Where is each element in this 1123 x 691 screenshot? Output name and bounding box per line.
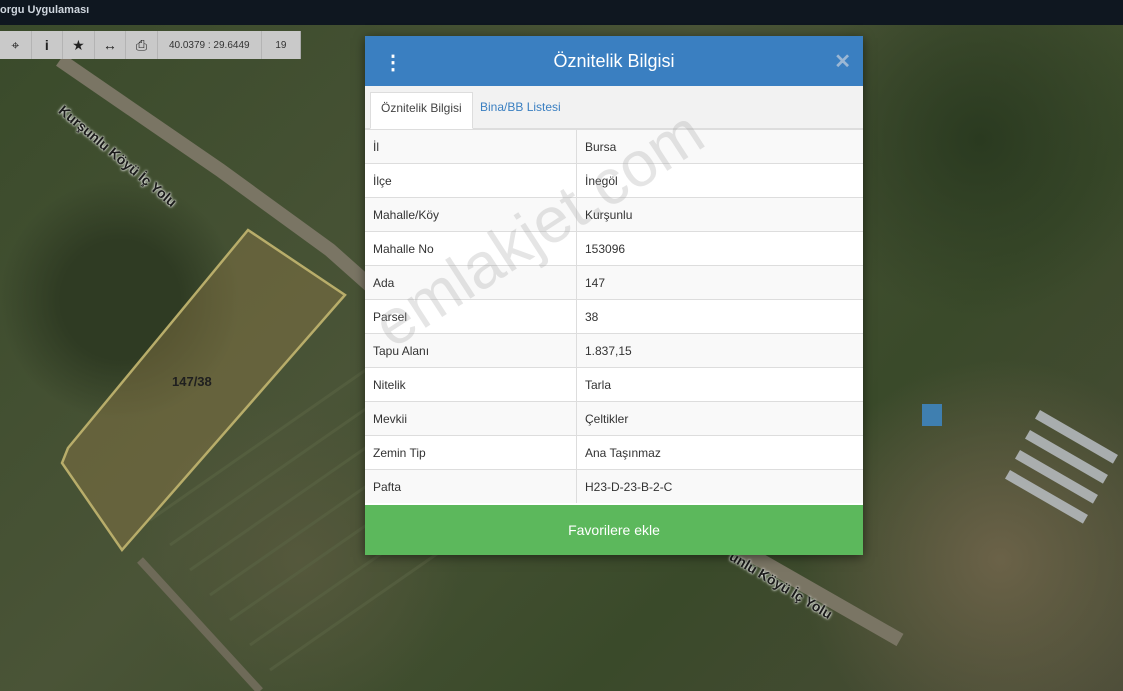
table-row: Zemin Tip Ana Taşınmaz: [365, 435, 863, 470]
row-value: Çeltikler: [576, 401, 863, 436]
row-value: Kurşunlu: [576, 197, 863, 232]
attribute-dialog: ⋮ Öznitelik Bilgisi ✕ Öznitelik Bilgisi …: [365, 36, 863, 555]
row-value: 38: [576, 299, 863, 334]
row-key: Mahalle/Köy: [365, 197, 577, 232]
table-row: Pafta H23-D-23-B-2-C: [365, 469, 863, 503]
table-row: Ada 147: [365, 265, 863, 300]
row-value: Ana Taşınmaz: [576, 435, 863, 470]
tab-building-list[interactable]: Bina/BB Listesi: [470, 92, 571, 127]
table-row: Mevkii Çeltikler: [365, 401, 863, 436]
table-row: İl Bursa: [365, 129, 863, 164]
row-value: 153096: [576, 231, 863, 266]
locate-crosshair-icon[interactable]: ⌖: [0, 31, 32, 59]
attribute-table: İl Bursa İlçe İnegöl Mahalle/Köy Kurşunlu M…: [365, 129, 863, 503]
row-key: Ada: [365, 265, 577, 300]
table-row: Mahalle No 153096: [365, 231, 863, 266]
zoom-level: 19: [275, 39, 287, 51]
close-icon[interactable]: ✕: [834, 49, 851, 74]
measure-arrows-icon[interactable]: ↔: [95, 31, 127, 59]
tab-attribute-info[interactable]: Öznitelik Bilgisi: [370, 92, 473, 129]
row-value: 1.837,15: [576, 333, 863, 368]
row-key: Mahalle No: [365, 231, 577, 266]
row-value: İnegöl: [576, 163, 863, 198]
top-bar: orgu Uygulaması: [0, 0, 1123, 25]
map-toolbar: ⌖ i ★ ↔ ⎙ 40.0379 : 29.6449 19: [0, 31, 301, 59]
row-value: 147: [576, 265, 863, 300]
dialog-header: ⋮ Öznitelik Bilgisi ✕: [365, 36, 863, 86]
table-row: İlçe İnegöl: [365, 163, 863, 198]
row-value: Tarla: [576, 367, 863, 402]
parcel-label: 147/38: [172, 374, 212, 389]
row-value: H23-D-23-B-2-C: [576, 469, 863, 503]
row-key: Nitelik: [365, 367, 577, 402]
app-title: orgu Uygulaması: [0, 4, 90, 16]
table-row: Tapu Alanı 1.837,15: [365, 333, 863, 368]
table-row: Parsel 38: [365, 299, 863, 334]
star-icon[interactable]: ★: [63, 31, 95, 59]
dialog-tabs: Öznitelik Bilgisi Bina/BB Listesi: [365, 86, 863, 129]
info-icon[interactable]: i: [32, 31, 64, 59]
building: [922, 404, 942, 426]
coordinate-readout: 40.0379 : 29.6449: [158, 31, 262, 59]
dialog-title: Öznitelik Bilgisi: [553, 51, 675, 71]
print-icon[interactable]: ⎙: [126, 31, 158, 59]
table-row: Mahalle/Köy Kurşunlu: [365, 197, 863, 232]
row-key: İlçe: [365, 163, 577, 198]
row-key: İl: [365, 129, 577, 164]
row-value: Bursa: [576, 129, 863, 164]
road-branch: [137, 557, 263, 691]
add-to-favorites-button[interactable]: Favorilere ekle: [365, 505, 863, 555]
row-key: Mevkii: [365, 401, 577, 436]
row-key: Tapu Alanı: [365, 333, 577, 368]
table-row: Nitelik Tarla: [365, 367, 863, 402]
row-key: Parsel: [365, 299, 577, 334]
parcel-polygon: [60, 228, 347, 553]
row-key: Pafta: [365, 469, 577, 503]
row-key: Zemin Tip: [365, 435, 577, 470]
greenhouses: [1005, 410, 1118, 524]
